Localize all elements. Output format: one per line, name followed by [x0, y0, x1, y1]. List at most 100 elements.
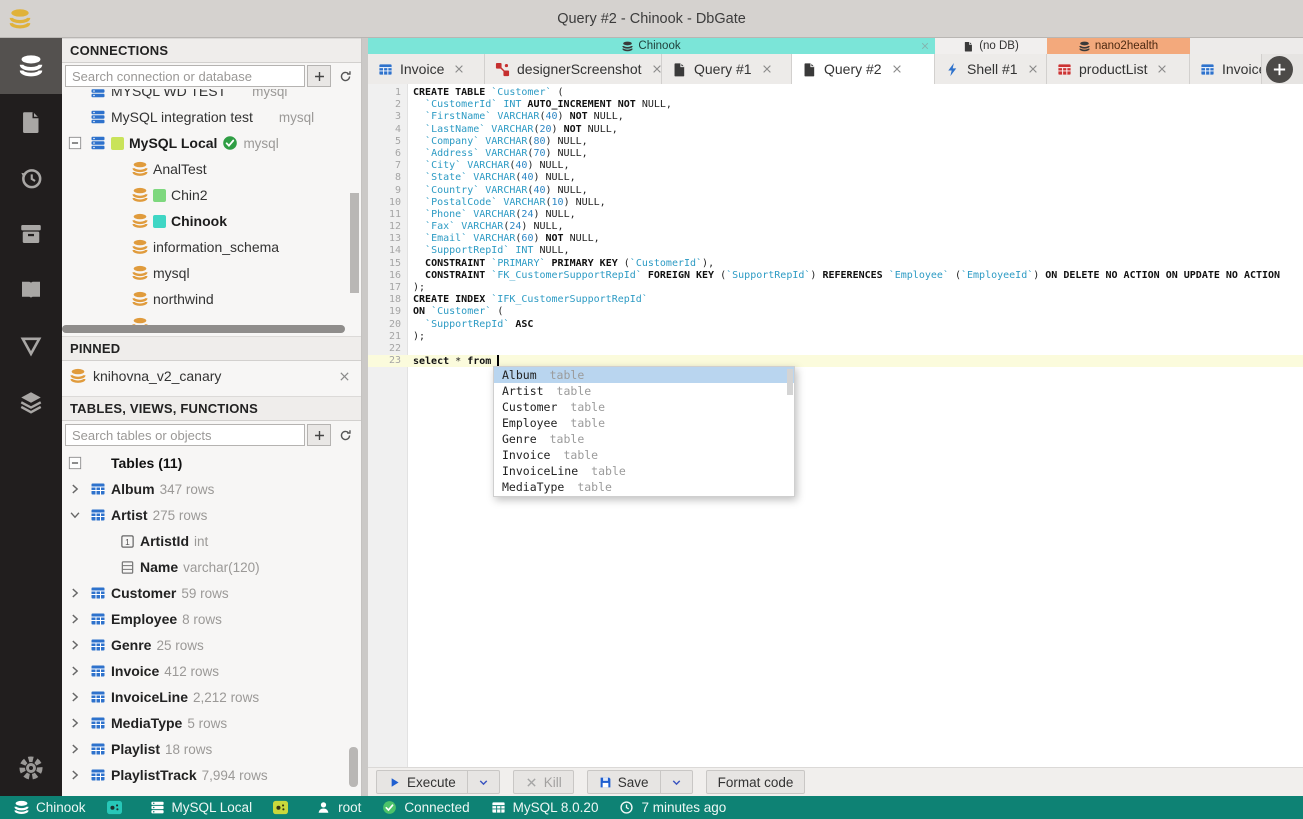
plus-icon	[1272, 62, 1287, 77]
autocomplete-scrollbar[interactable]	[787, 369, 793, 395]
expander-icon[interactable]	[68, 612, 85, 626]
close-tab-icon[interactable]	[453, 63, 465, 75]
expander-icon[interactable]	[68, 742, 85, 756]
suggestion-employee[interactable]: Employee table	[494, 415, 794, 431]
tab-designerscreenshot[interactable]: designerScreenshot	[485, 54, 662, 84]
tables-search-input[interactable]	[65, 424, 305, 446]
close-tab-icon[interactable]	[761, 63, 773, 75]
expander-icon[interactable]	[68, 456, 85, 470]
table-customer[interactable]: Customer 59 rows	[62, 580, 361, 606]
format-code-button[interactable]: Format code	[705, 770, 806, 794]
suggestion-mediatype[interactable]: MediaType table	[494, 479, 794, 495]
tab-query-2[interactable]: Query #2	[792, 54, 935, 84]
close-tab-icon[interactable]	[891, 63, 903, 75]
restore-button[interactable]	[1231, 11, 1247, 27]
database-analtest[interactable]: AnalTest	[62, 156, 361, 182]
kill-button[interactable]: Kill	[512, 770, 574, 794]
connections-horizontal-scrollbar[interactable]	[62, 325, 345, 333]
rail-icon	[19, 278, 43, 302]
rail-item-plugins[interactable]	[0, 374, 62, 430]
rail-item-connections[interactable]	[0, 38, 62, 94]
connection-mysql-integration-test[interactable]: MySQL integration test mysql	[62, 104, 361, 130]
add-connection-button[interactable]	[307, 65, 331, 87]
connections-search-input[interactable]	[65, 65, 305, 87]
refresh-connections-button[interactable]	[333, 65, 357, 87]
table-icon	[90, 715, 106, 731]
new-tab-button[interactable]	[1266, 56, 1293, 83]
table-mediatype[interactable]: MediaType 5 rows	[62, 710, 361, 736]
code-line: 19 ON `Customer` (	[368, 306, 1303, 318]
table-meta: int	[194, 533, 209, 549]
expander-icon[interactable]	[68, 664, 85, 678]
save-dropdown-button[interactable]	[660, 770, 693, 794]
tab-icon	[672, 62, 687, 77]
column-artistid[interactable]: 1 ArtistId int	[62, 528, 361, 554]
minimize-button[interactable]	[1191, 11, 1207, 27]
table-playlist[interactable]: Playlist 18 rows	[62, 736, 361, 762]
database-northwind[interactable]: northwind	[62, 286, 361, 312]
close-button[interactable]	[1271, 11, 1287, 27]
execute-button[interactable]: Execute	[376, 770, 468, 794]
connections-vertical-scrollbar[interactable]	[350, 193, 359, 293]
tab-invoice[interactable]: Invoice	[368, 54, 485, 84]
expander-icon[interactable]	[68, 716, 85, 730]
suggestion-artist[interactable]: Artist table	[494, 383, 794, 399]
suggestion-name: Invoice	[502, 448, 551, 462]
tables-vertical-scrollbar[interactable]	[349, 747, 358, 787]
table-invoice[interactable]: Invoice 412 rows	[62, 658, 361, 684]
close-tab-icon[interactable]	[1156, 63, 1168, 75]
rail-item-files[interactable]	[0, 94, 62, 150]
pinned-knihovna-v2-canary[interactable]: knihovna_v2_canary	[62, 361, 361, 391]
close-tab-icon[interactable]	[1027, 63, 1039, 75]
rail-item-settings[interactable]	[0, 754, 62, 782]
close-group-icon[interactable]	[920, 41, 930, 51]
close-tab-icon[interactable]	[651, 63, 663, 75]
group-label: Chinook	[638, 40, 681, 52]
add-table-button[interactable]	[307, 424, 331, 446]
suggestion-customer[interactable]: Customer table	[494, 399, 794, 415]
database-mysql[interactable]: mysql	[62, 260, 361, 286]
tables-group-header[interactable]: Tables (11)	[62, 450, 361, 476]
code-line: 4 `LastName` VARCHAR(20) NOT NULL,	[368, 124, 1303, 136]
table-playlisttrack[interactable]: PlaylistTrack 7,994 rows	[62, 762, 361, 788]
tab-invoice-nano2health[interactable]: Invoice	[1190, 54, 1262, 84]
database-chin2[interactable]: Chin2	[62, 182, 361, 208]
expander-icon[interactable]	[68, 768, 85, 782]
column-name[interactable]: Name varchar(120)	[62, 554, 361, 580]
tab-shell-1[interactable]: Shell #1	[935, 54, 1047, 84]
expander-icon[interactable]	[68, 586, 85, 600]
table-artist[interactable]: Artist 275 rows	[62, 502, 361, 528]
expander-icon[interactable]	[68, 508, 85, 522]
connection-label: mysql	[153, 265, 190, 281]
expander-icon[interactable]	[68, 136, 85, 150]
tab-productlist[interactable]: productList	[1047, 54, 1190, 84]
suggestion-invoiceline[interactable]: InvoiceLine table	[494, 463, 794, 479]
rail-item-archive[interactable]	[0, 206, 62, 262]
rail-item-history[interactable]	[0, 150, 62, 206]
database-chinook[interactable]: Chinook	[62, 208, 361, 234]
save-button[interactable]: Save	[586, 770, 661, 794]
table-icon	[90, 507, 106, 523]
rail-item-docs[interactable]	[0, 262, 62, 318]
connection-mysql-local[interactable]: MySQL Local mysql	[62, 130, 361, 156]
tab-query-1[interactable]: Query #1	[662, 54, 792, 84]
execute-dropdown-button[interactable]	[467, 770, 500, 794]
table-employee[interactable]: Employee 8 rows	[62, 606, 361, 632]
expander-icon[interactable]	[68, 638, 85, 652]
table-genre[interactable]: Genre 25 rows	[62, 632, 361, 658]
expander-icon[interactable]	[68, 690, 85, 704]
connection-mysql-wd-test[interactable]: MYSQL WD TEST mysql	[62, 89, 361, 104]
suggestion-genre[interactable]: Genre table	[494, 431, 794, 447]
refresh-tables-button[interactable]	[333, 424, 357, 446]
suggestion-album[interactable]: Album table	[494, 367, 794, 383]
table-album[interactable]: Album 347 rows	[62, 476, 361, 502]
expander-icon[interactable]	[68, 482, 85, 496]
database-information-schema[interactable]: information_schema	[62, 234, 361, 260]
line-number: 7	[394, 160, 401, 172]
suggestion-invoice[interactable]: Invoice table	[494, 447, 794, 463]
table-invoiceline[interactable]: InvoiceLine 2,212 rows	[62, 684, 361, 710]
unpin-close-icon[interactable]	[338, 370, 351, 383]
database-clipped[interactable]	[62, 312, 361, 325]
rail-item-filter[interactable]	[0, 318, 62, 374]
